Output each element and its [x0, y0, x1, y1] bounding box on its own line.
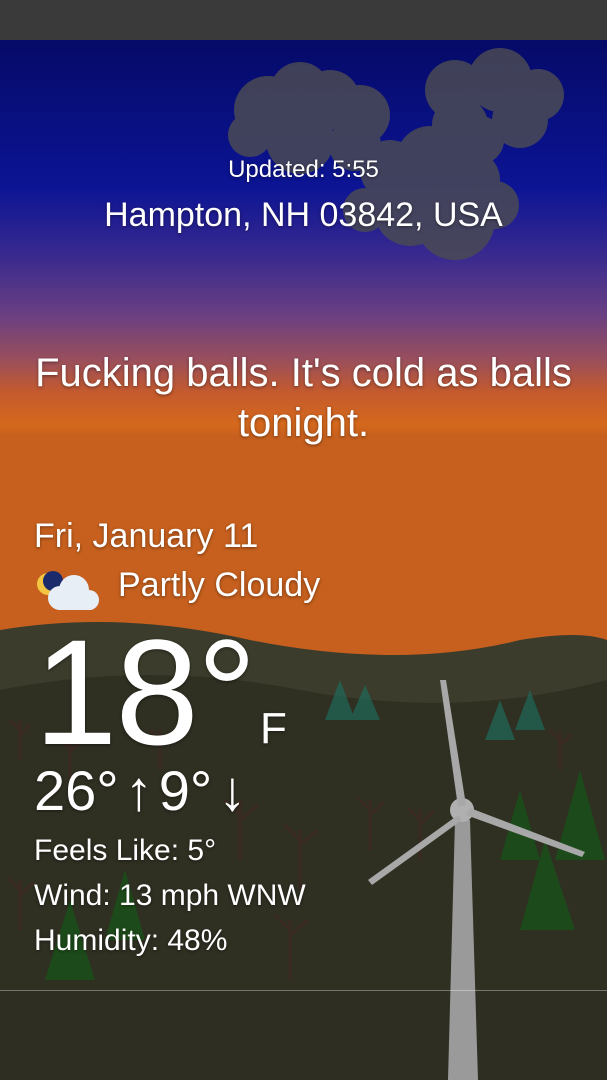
divider — [0, 990, 607, 991]
high-low-temperatures: 26° ↑ 9° ↓ — [34, 758, 252, 823]
condition-label: Partly Cloudy — [118, 566, 321, 604]
current-temperature: 18° — [34, 608, 257, 776]
status-bar — [0, 0, 607, 40]
location-label[interactable]: Hampton, NH 03842, USA — [0, 196, 607, 235]
weather-quote: Fucking balls. It's cold as balls tonigh… — [35, 351, 572, 445]
updated-timestamp: Updated: 5:55 — [0, 156, 607, 184]
updated-time: 5:55 — [332, 156, 379, 183]
feels-like: Feels Like: 5° — [34, 834, 217, 867]
temperature-unit[interactable]: F — [260, 704, 287, 754]
wind-info: Wind: 13 mph WNW — [34, 879, 306, 912]
up-arrow-icon: ↑ — [124, 759, 153, 822]
updated-label: Updated: — [228, 156, 326, 183]
down-arrow-icon: ↓ — [218, 759, 247, 822]
high-temperature: 26° — [34, 759, 119, 822]
humidity-info: Humidity: 48% — [34, 924, 228, 957]
low-temperature: 9° — [158, 759, 213, 822]
date-label: Fri, January 11 — [34, 517, 259, 555]
